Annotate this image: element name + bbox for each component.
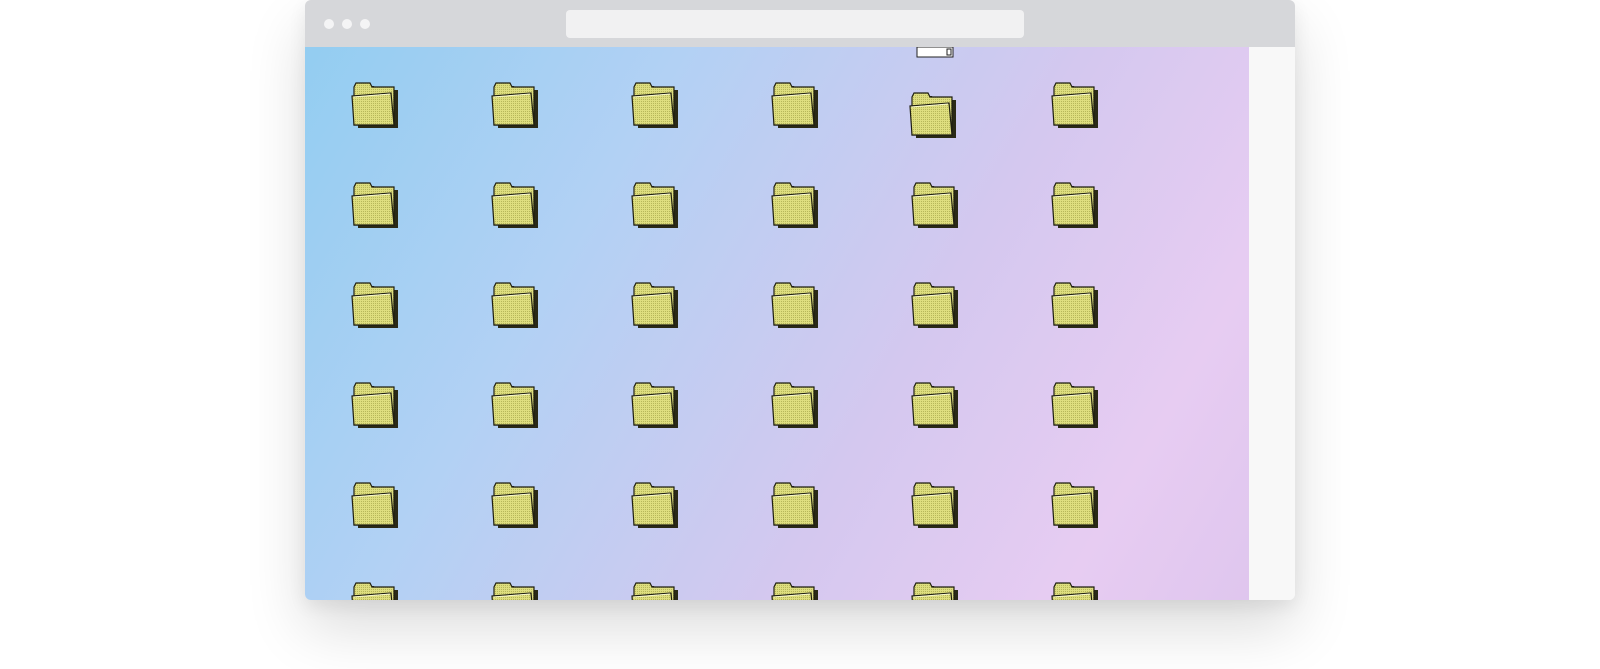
folder-icon[interactable]: [1049, 579, 1103, 600]
folder-icon[interactable]: [489, 579, 543, 600]
folder-icon[interactable]: [769, 279, 823, 331]
folder-icon[interactable]: [769, 479, 823, 531]
folder-icon[interactable]: [349, 79, 403, 131]
folder-icon[interactable]: [769, 179, 823, 231]
folder-icon[interactable]: [629, 179, 683, 231]
folder-icon[interactable]: [489, 179, 543, 231]
minimize-window-dot[interactable]: [342, 19, 352, 29]
folder-icon[interactable]: [349, 279, 403, 331]
folder-icon[interactable]: [909, 479, 963, 531]
folder-icon[interactable]: [907, 89, 961, 141]
folder-icon[interactable]: [1049, 279, 1103, 331]
folder-icon[interactable]: [349, 379, 403, 431]
close-window-dot[interactable]: [324, 19, 334, 29]
folder-icon[interactable]: [1049, 479, 1103, 531]
folder-icon[interactable]: [489, 479, 543, 531]
folder-grid: [305, 47, 1249, 600]
folder-icon[interactable]: [1049, 79, 1103, 131]
folder-icon[interactable]: [909, 579, 963, 600]
page-gutter: [1249, 47, 1295, 600]
folder-icon[interactable]: [629, 379, 683, 431]
folder-icon[interactable]: [769, 579, 823, 600]
folder-icon[interactable]: [489, 79, 543, 131]
desktop-viewport[interactable]: [305, 47, 1249, 600]
folder-icon[interactable]: [349, 579, 403, 600]
folder-icon[interactable]: [909, 379, 963, 431]
folder-icon[interactable]: [769, 379, 823, 431]
browser-titlebar: [305, 0, 1295, 47]
browser-window: [305, 0, 1295, 600]
folder-icon[interactable]: [909, 179, 963, 231]
folder-icon[interactable]: [489, 379, 543, 431]
folder-icon[interactable]: [769, 79, 823, 131]
folder-icon[interactable]: [489, 279, 543, 331]
folder-icon[interactable]: [1049, 379, 1103, 431]
folder-icon[interactable]: [349, 179, 403, 231]
folder-icon[interactable]: [629, 579, 683, 600]
address-bar[interactable]: [566, 10, 1024, 38]
folder-icon[interactable]: [629, 479, 683, 531]
folder-icon[interactable]: [629, 79, 683, 131]
folder-icon[interactable]: [1049, 179, 1103, 231]
folder-icon[interactable]: [349, 479, 403, 531]
maximize-window-dot[interactable]: [360, 19, 370, 29]
folder-icon[interactable]: [629, 279, 683, 331]
folder-icon[interactable]: [909, 279, 963, 331]
